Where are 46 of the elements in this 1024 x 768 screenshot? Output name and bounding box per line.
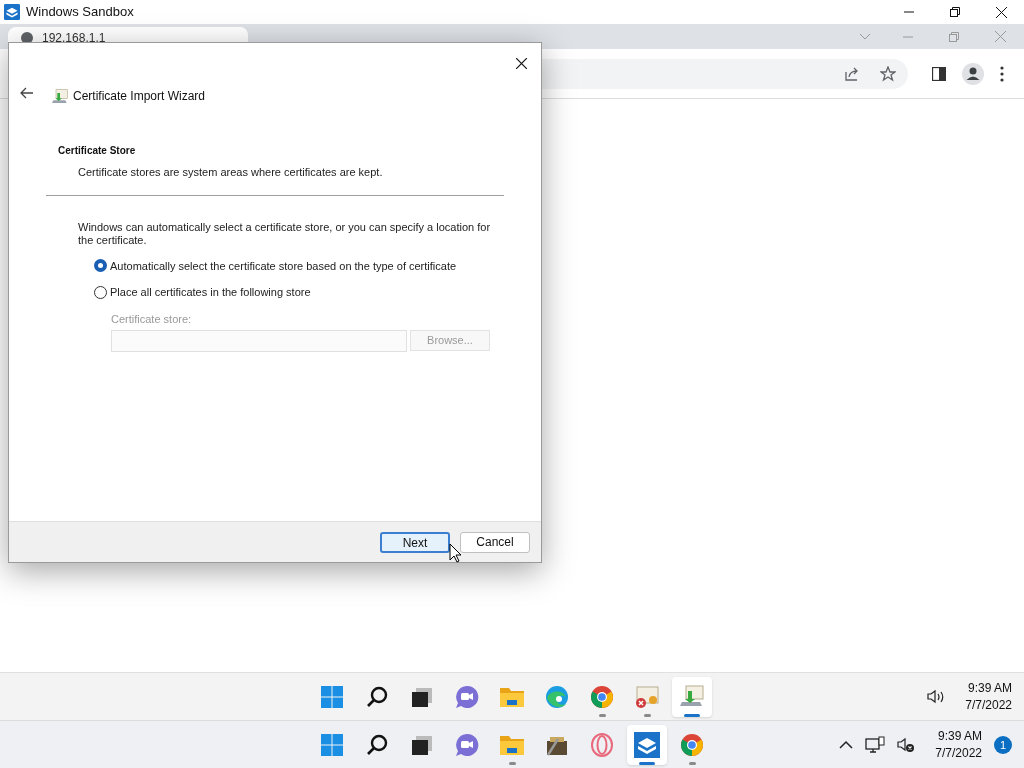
dialog-button[interactable]: Next [380,531,450,553]
intro-text: Windows can automatically select a certificate store, or you can specify a location for the certificate. [78,220,492,247]
search-icon [365,732,389,757]
restore-icon[interactable] [950,7,960,17]
sandbox-icon [4,4,20,20]
back-arrow-icon[interactable] [20,87,34,99]
field-label: Certificate store: [111,311,193,327]
close-icon[interactable] [515,57,527,69]
speaker-icon[interactable] [927,689,946,705]
option-label[interactable]: Place all certificates in the following store [110,284,311,301]
option-label[interactable]: Automatically select the certificate store based on the type of certificate [110,257,457,274]
speaker-muted-icon[interactable] [897,737,916,753]
star-icon[interactable] [880,65,896,82]
browser-icon [590,684,614,709]
share-icon[interactable] [844,65,860,82]
section-heading: Certificate Store [58,144,137,158]
certificate-import-icon [51,89,69,105]
certificate-import-icon [679,684,705,709]
clock-date: 7/7/2022 [935,745,982,762]
radio-button[interactable] [94,285,107,299]
clock-date: 7/7/2022 [965,697,1012,714]
sandbox-icon [634,731,660,758]
menu-icon[interactable] [1000,65,1004,82]
chat-icon [455,684,479,709]
start-icon [320,684,344,709]
chevron-up-icon[interactable] [839,740,854,750]
network-icon[interactable] [865,736,886,754]
close-icon[interactable] [995,6,1007,18]
section-description: Certificate stores are system areas where certificates are kept. [78,165,384,180]
profile-icon[interactable] [962,62,984,85]
start-icon [320,732,344,757]
chat-icon [455,732,479,757]
browser-icon [680,732,704,757]
side-panel-icon[interactable] [932,66,946,81]
tab-title: 192.168.1.1 [42,30,106,47]
clock-time: 9:39 AM [967,680,1012,697]
window-title: Windows Sandbox [26,3,134,22]
certificate-error-icon [634,684,660,709]
browser-icon [545,684,569,709]
search-icon [365,684,389,709]
dialog-title: Certificate Import Wizard [73,88,206,105]
clock-time: 9:39 AM [937,728,982,745]
radio-button[interactable] [94,259,107,273]
notification-badge[interactable]: 1 [994,736,1012,754]
dialog-button[interactable]: Cancel [460,531,530,553]
ring-icon [590,732,614,757]
